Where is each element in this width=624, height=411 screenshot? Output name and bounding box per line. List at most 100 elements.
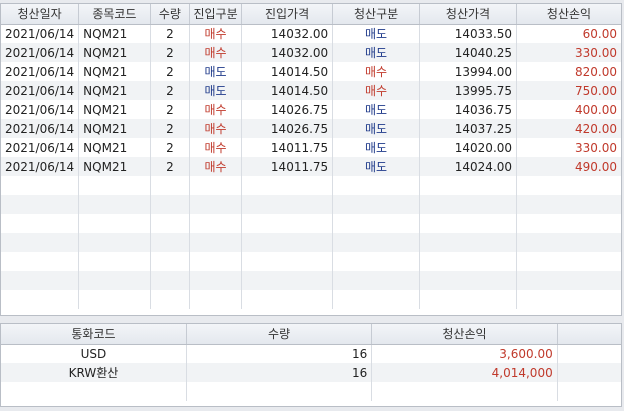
cell-code xyxy=(78,271,151,290)
table-row[interactable] xyxy=(1,290,621,309)
cell-exit-side: 매도 xyxy=(332,157,420,176)
cell-exit-side xyxy=(332,271,420,290)
cell-exit-price xyxy=(419,290,518,309)
cell-exit-side xyxy=(332,214,420,233)
cell-summary-pnl: 4,014,000 xyxy=(371,363,558,382)
cell-exit-date: 2021/06/14 xyxy=(1,43,80,62)
table-row[interactable] xyxy=(1,176,621,195)
table-row[interactable] xyxy=(1,271,621,290)
cell-currency xyxy=(1,382,187,401)
table-row[interactable]: 2021/06/14 NQM21 2 매수 14026.75 매도 14037.25 420.… xyxy=(1,119,621,138)
table-row[interactable]: 2021/06/14 NQM21 2 매도 14014.50 매수 13994.00 820.… xyxy=(1,62,621,81)
cell-entry-side: 매수 xyxy=(189,157,242,176)
cell-code: NQM21 xyxy=(78,119,151,138)
table-row[interactable] xyxy=(1,195,621,214)
trade-header-row: 청산일자 종목코드 수량 진입구분 진입가격 청산구분 청산가격 청산손익 xyxy=(1,4,621,25)
col-header-exit-side[interactable]: 청산구분 xyxy=(332,4,420,25)
cell-pnl: 420.00 xyxy=(516,119,621,138)
table-row[interactable] xyxy=(1,252,621,271)
table-row[interactable]: 2021/06/14 NQM21 2 매수 14026.75 매도 14036.75 400.… xyxy=(1,100,621,119)
cell-entry-side: 매수 xyxy=(189,24,242,43)
cell-pnl xyxy=(516,233,621,252)
cell-entry-side xyxy=(189,214,242,233)
col-header-pnl[interactable]: 청산손익 xyxy=(516,4,621,25)
cell-entry-price xyxy=(241,290,334,309)
trade-history-grid[interactable]: 청산일자 종목코드 수량 진입구분 진입가격 청산구분 청산가격 청산손익 20… xyxy=(0,3,622,316)
summary-header-row: 통화코드 수량 청산손익 xyxy=(1,324,621,345)
col-header-exit-date[interactable]: 청산일자 xyxy=(1,4,80,25)
cell-code xyxy=(78,252,151,271)
table-row[interactable]: 2021/06/14 NQM21 2 매수 14011.75 매도 14024.00 490.… xyxy=(1,157,621,176)
col-header-exit-price[interactable]: 청산가격 xyxy=(419,4,518,25)
cell-exit-side xyxy=(332,233,420,252)
cell-exit-price: 14024.00 xyxy=(419,157,518,176)
cell-exit-price: 14036.75 xyxy=(419,100,518,119)
cell-code: NQM21 xyxy=(78,81,151,100)
cell-code xyxy=(78,195,151,214)
cell-entry-price xyxy=(241,271,334,290)
table-row[interactable]: KRW환산 16 4,014,000 xyxy=(1,363,621,382)
cell-qty xyxy=(150,252,191,271)
cell-entry-side xyxy=(189,290,242,309)
col-header-blank xyxy=(557,324,621,345)
cell-exit-side: 매도 xyxy=(332,24,420,43)
cell-code: NQM21 xyxy=(78,100,151,119)
cell-pnl: 750.00 xyxy=(516,81,621,100)
table-row[interactable]: USD 16 3,600.00 xyxy=(1,344,621,363)
table-row[interactable] xyxy=(1,382,621,401)
cell-code xyxy=(78,233,151,252)
cell-entry-price: 14032.00 xyxy=(241,43,334,62)
cell-qty xyxy=(150,233,191,252)
cell-entry-side: 매도 xyxy=(189,62,242,81)
cell-exit-date: 2021/06/14 xyxy=(1,157,80,176)
col-header-summary-pnl[interactable]: 청산손익 xyxy=(371,324,558,345)
cell-exit-price: 13994.00 xyxy=(419,62,518,81)
col-header-qty[interactable]: 수량 xyxy=(150,4,191,25)
cell-entry-side xyxy=(189,233,242,252)
cell-qty: 2 xyxy=(150,24,191,43)
cell-exit-price xyxy=(419,214,518,233)
col-header-summary-qty[interactable]: 수량 xyxy=(186,324,373,345)
cell-qty xyxy=(150,214,191,233)
cell-exit-price: 14020.00 xyxy=(419,138,518,157)
cell-currency: USD xyxy=(1,344,187,363)
cell-qty xyxy=(150,176,191,195)
cell-entry-price: 14032.00 xyxy=(241,24,334,43)
cell-qty: 2 xyxy=(150,62,191,81)
cell-exit-side xyxy=(332,195,420,214)
col-header-entry-price[interactable]: 진입가격 xyxy=(241,4,334,25)
summary-table: 통화코드 수량 청산손익 USD 16 3,600.00 KRW환산 16 4,014,0… xyxy=(1,324,621,401)
table-row[interactable]: 2021/06/14 NQM21 2 매수 14011.75 매도 14020.00 330.… xyxy=(1,138,621,157)
summary-grid[interactable]: 통화코드 수량 청산손익 USD 16 3,600.00 KRW환산 16 4,014,0… xyxy=(0,323,622,407)
cell-entry-side xyxy=(189,271,242,290)
col-header-entry-side[interactable]: 진입구분 xyxy=(189,4,242,25)
cell-entry-side: 매수 xyxy=(189,138,242,157)
cell-qty: 2 xyxy=(150,81,191,100)
col-header-code[interactable]: 종목코드 xyxy=(78,4,151,25)
cell-code: NQM21 xyxy=(78,62,151,81)
cell-exit-price xyxy=(419,176,518,195)
cell-exit-side xyxy=(332,290,420,309)
table-row[interactable] xyxy=(1,233,621,252)
col-header-currency[interactable]: 통화코드 xyxy=(1,324,187,345)
cell-entry-price xyxy=(241,233,334,252)
cell-entry-side: 매도 xyxy=(189,81,242,100)
table-row[interactable]: 2021/06/14 NQM21 2 매도 14014.50 매수 13995.75 750.… xyxy=(1,81,621,100)
cell-entry-price xyxy=(241,195,334,214)
table-row[interactable]: 2021/06/14 NQM21 2 매수 14032.00 매도 14033.50 60.0… xyxy=(1,24,621,43)
table-row[interactable] xyxy=(1,214,621,233)
cell-exit-price xyxy=(419,252,518,271)
cell-code: NQM21 xyxy=(78,138,151,157)
cell-blank xyxy=(557,363,621,382)
cell-exit-date: 2021/06/14 xyxy=(1,100,80,119)
cell-entry-price: 14026.75 xyxy=(241,119,334,138)
cell-qty xyxy=(150,195,191,214)
cell-summary-pnl: 3,600.00 xyxy=(371,344,558,363)
cell-code: NQM21 xyxy=(78,157,151,176)
cell-qty xyxy=(150,271,191,290)
cell-entry-price: 14011.75 xyxy=(241,157,334,176)
table-row[interactable]: 2021/06/14 NQM21 2 매수 14032.00 매도 14040.25 330.… xyxy=(1,43,621,62)
cell-exit-price xyxy=(419,271,518,290)
cell-pnl xyxy=(516,195,621,214)
cell-exit-date xyxy=(1,214,80,233)
